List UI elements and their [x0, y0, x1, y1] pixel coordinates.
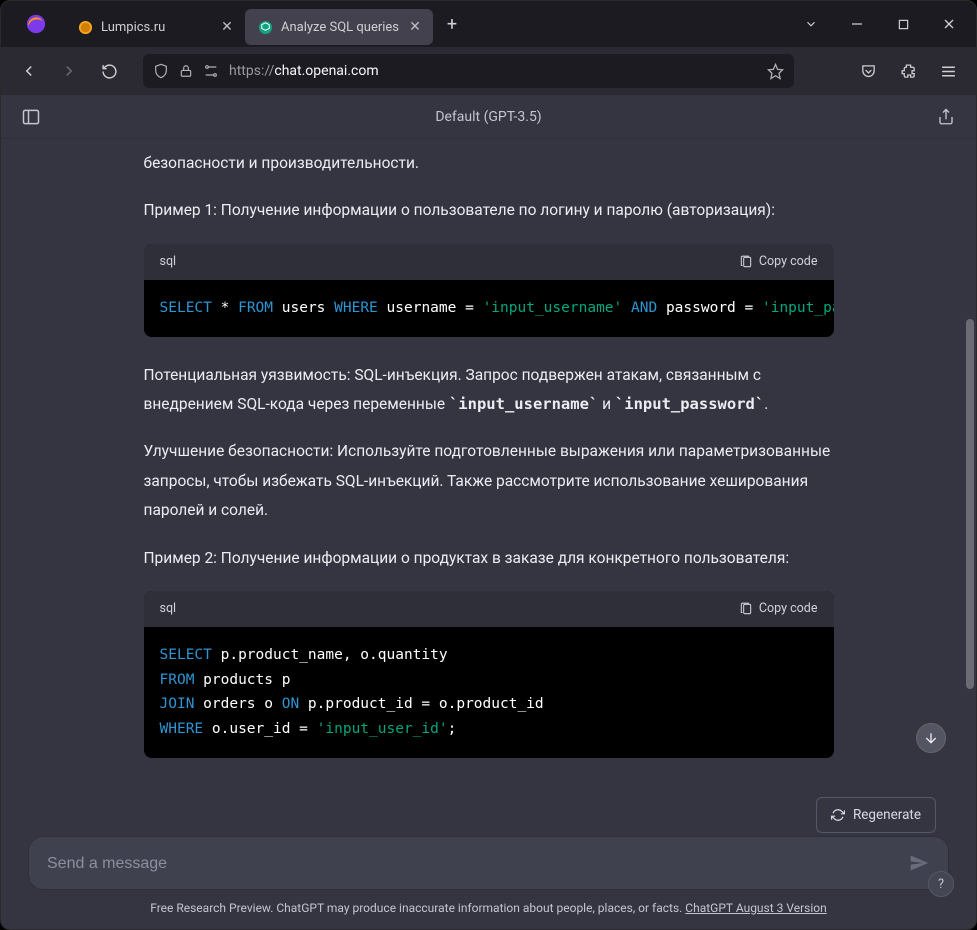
code-lang: sql: [160, 250, 177, 274]
text-line: Пример 2: Получение информации о продукт…: [144, 544, 834, 573]
code-header: sql Copy code: [144, 591, 834, 627]
app-header: Default (GPT-3.5): [1, 95, 976, 139]
version-link[interactable]: ChatGPT August 3 Version: [685, 901, 826, 915]
tab-label: Lumpics.ru: [101, 20, 211, 35]
forward-button[interactable]: [53, 55, 85, 87]
shield-icon: [153, 63, 169, 79]
copy-code-button[interactable]: Copy code: [739, 597, 818, 621]
minimize-button[interactable]: [834, 1, 880, 47]
permissions-icon: [203, 63, 219, 79]
bookmark-icon[interactable]: [767, 63, 784, 80]
pocket-icon[interactable]: [852, 55, 884, 87]
sidebar-toggle-icon[interactable]: [17, 103, 45, 131]
text-line: безопасности и производительности.: [144, 149, 834, 178]
tab-strip: Lumpics.ru ✕ Analyze SQL queries ✕ +: [65, 1, 788, 47]
scrollbar-thumb[interactable]: [966, 319, 974, 689]
scroll-down-button[interactable]: [916, 723, 946, 753]
url-bar[interactable]: https://chat.openai.com: [143, 54, 794, 88]
message-input-box[interactable]: [29, 837, 948, 889]
maximize-button[interactable]: [880, 1, 926, 47]
new-tab-button[interactable]: +: [437, 9, 467, 39]
title-bar: Lumpics.ru ✕ Analyze SQL queries ✕ +: [1, 1, 976, 47]
message-input[interactable]: [47, 855, 896, 873]
footer-note: Free Research Preview. ChatGPT may produ…: [29, 889, 948, 921]
inline-code: `input_username`: [449, 395, 598, 413]
tab-lumpics[interactable]: Lumpics.ru ✕: [65, 9, 245, 45]
message-body: безопасности и производительности. Приме…: [144, 139, 834, 758]
back-button[interactable]: [13, 55, 45, 87]
app-content: Default (GPT-3.5) безопасности и произво…: [1, 95, 976, 929]
code-lang: sql: [160, 597, 177, 621]
text-line: Улучшение безопасности: Используйте подг…: [144, 437, 834, 525]
clipboard-icon: [739, 255, 753, 269]
copy-code-button[interactable]: Copy code: [739, 250, 818, 274]
help-button[interactable]: ?: [928, 871, 954, 897]
tab-analyze-sql[interactable]: Analyze SQL queries ✕: [245, 9, 433, 45]
browser-window: Lumpics.ru ✕ Analyze SQL queries ✕ +: [0, 0, 977, 930]
code-block-1: sql Copy code SELECT * FROM users WHERE …: [144, 244, 834, 337]
code-header: sql Copy code: [144, 244, 834, 280]
tab-label: Analyze SQL queries: [281, 20, 399, 35]
nav-bar: https://chat.openai.com: [1, 47, 976, 95]
refresh-icon: [831, 808, 845, 822]
url-text: https://chat.openai.com: [229, 63, 757, 79]
lock-icon: [179, 64, 193, 78]
send-button[interactable]: [904, 848, 934, 878]
clipboard-icon: [739, 602, 753, 616]
input-area: Regenerate Free Research Preview. ChatGP…: [1, 827, 976, 929]
code-block-2: sql Copy code SELECT p.product_name, o.q…: [144, 591, 834, 758]
close-window-button[interactable]: [926, 1, 972, 47]
menu-icon[interactable]: [932, 55, 964, 87]
window-controls: [834, 1, 972, 47]
regenerate-button[interactable]: Regenerate: [816, 797, 936, 833]
share-icon[interactable]: [932, 103, 960, 131]
firefox-icon: [21, 9, 51, 39]
scrollbar[interactable]: [964, 139, 976, 929]
close-icon[interactable]: ✕: [219, 19, 235, 35]
favicon-lumpics: [77, 19, 93, 35]
extensions-icon[interactable]: [892, 55, 924, 87]
inline-code: `input_password`: [615, 395, 764, 413]
close-icon[interactable]: ✕: [407, 19, 423, 35]
code-body: SELECT * FROM users WHERE username = 'in…: [144, 280, 834, 337]
model-label: Default (GPT-3.5): [435, 109, 541, 125]
reload-button[interactable]: [93, 55, 125, 87]
text-line: Потенциальная уязвимость: SQL-инъекция. …: [144, 361, 834, 420]
favicon-openai: [257, 19, 273, 35]
tabs-dropdown-button[interactable]: [788, 1, 834, 47]
text-line: Пример 1: Получение информации о пользов…: [144, 196, 834, 225]
code-body: SELECT p.product_name, o.quantity FROM p…: [144, 627, 834, 758]
